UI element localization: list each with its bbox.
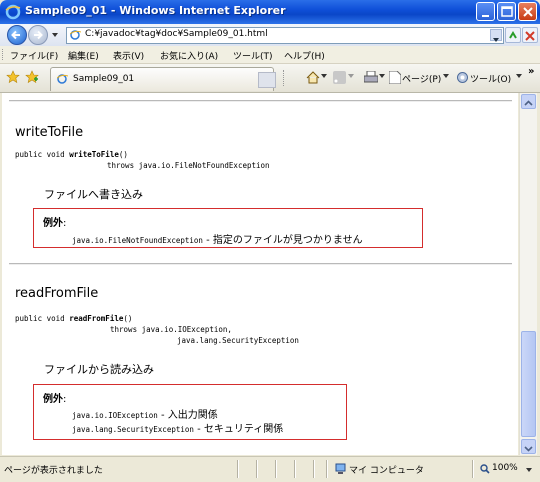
exception-item: java.lang.SecurityException - セキュリティ関係 [72,424,284,435]
exceptions-box: 例外: java.io.FileNotFoundException - 指定のフ… [33,208,423,248]
menu-tools[interactable]: ツール(T) [233,49,273,62]
scroll-up-button[interactable] [521,94,536,109]
method-name: readFromFile [15,286,99,301]
method-throws: java.lang.SecurityException [177,336,299,345]
gear-icon[interactable] [456,71,469,84]
history-dropdown-icon[interactable] [51,32,59,38]
browser-window: Sample09_01 - Windows Internet Explorer … [0,0,540,482]
tab-label: Sample09_01 [73,74,135,84]
divider [9,100,512,102]
exception-item: java.io.IOException - 入出力関係 [72,410,218,421]
title-bar: Sample09_01 - Windows Internet Explorer [0,0,540,24]
tab-bar: Sample09_01 ページ(P) ツール(O) » [0,64,540,93]
chevron-down-icon[interactable] [443,74,449,79]
add-favorite-icon[interactable] [25,70,39,84]
status-separator [472,460,474,478]
minimize-button[interactable] [476,2,495,21]
method-name: writeToFile [15,125,84,140]
tools-menu-label[interactable]: ツール(O) [470,72,511,85]
menu-favorites[interactable]: お気に入り(A) [160,49,218,62]
page-menu-icon[interactable] [389,71,401,84]
chevron-down-icon [524,446,533,452]
status-separator [237,460,239,478]
method-throws: throws java.io.IOException, [110,325,232,334]
status-bar: ページが表示されました マイ コンピュータ 100% [0,456,540,482]
menu-grip [2,49,5,60]
exceptions-heading: 例外: [43,218,67,229]
back-arrow-icon [11,30,20,40]
menu-bar: ファイル(F) 編集(E) 表示(V) お気に入り(A) ツール(T) ヘルプ(… [0,46,540,64]
menu-file[interactable]: ファイル(F) [10,49,58,62]
page-icon [70,30,81,40]
tab-sample09[interactable]: Sample09_01 [50,67,274,91]
chevron-down-icon[interactable] [379,74,385,79]
scroll-down-button[interactable] [521,439,536,454]
method-throws: throws java.io.FileNotFoundException [107,161,270,170]
toolbar-overflow-button[interactable]: » [528,66,534,77]
close-button[interactable] [518,2,537,21]
page-content: writeToFile public void writeToFile() th… [2,93,518,455]
exception-item: java.io.FileNotFoundException - 指定のファイルが… [72,235,363,246]
status-separator [313,460,315,478]
zoom-level[interactable]: 100% [492,463,518,473]
method-signature: public void writeToFile() [15,150,128,159]
vertical-scrollbar[interactable] [519,93,537,455]
status-separator [256,460,258,478]
chevron-down-icon[interactable] [321,74,327,79]
chevron-down-icon[interactable] [348,74,354,79]
chevron-up-icon [524,100,533,106]
divider [9,263,512,265]
chevron-down-icon [493,38,499,42]
status-separator [294,460,296,478]
address-url: C:¥javadoc¥tag¥doc¥Sample09_01.html [85,29,268,39]
chevron-down-icon[interactable] [526,468,532,473]
computer-zone-icon [335,463,346,474]
exceptions-heading: 例外: [43,394,67,405]
scroll-thumb[interactable] [521,331,536,437]
maximize-icon [501,6,513,17]
address-dropdown-button[interactable] [490,29,502,42]
address-field[interactable]: C:¥javadoc¥tag¥doc¥Sample09_01.html [66,27,504,44]
refresh-button[interactable] [505,27,521,43]
method-description: ファイルから読み込み [44,363,154,376]
forward-arrow-icon [34,30,43,40]
status-separator [326,460,328,478]
method-signature: public void readFromFile() [15,314,133,323]
minimize-icon [482,15,489,17]
menu-help[interactable]: ヘルプ(H) [284,49,325,62]
status-separator [275,460,277,478]
close-icon [523,7,533,17]
menu-view[interactable]: 表示(V) [113,49,144,62]
feeds-icon[interactable] [333,71,346,84]
back-button[interactable] [7,25,27,45]
new-tab-button[interactable] [258,72,276,88]
page-icon [57,74,68,84]
forward-button[interactable] [28,25,48,45]
window-title: Sample09_01 - Windows Internet Explorer [25,4,286,17]
refresh-icon [509,31,517,39]
ie-logo-icon [5,4,21,20]
home-icon[interactable] [306,71,320,84]
chevron-down-icon[interactable] [516,74,522,79]
magnifier-icon [480,464,490,474]
security-zone: マイ コンピュータ [349,466,424,476]
menu-edit[interactable]: 編集(E) [68,49,99,62]
favorites-star-icon[interactable] [6,70,20,84]
address-toolbar: C:¥javadoc¥tag¥doc¥Sample09_01.html [0,24,540,46]
exceptions-box: 例外: java.io.IOException - 入出力関係 java.lan… [33,384,347,440]
print-icon[interactable] [364,71,378,84]
page-menu-label[interactable]: ページ(P) [402,72,441,85]
status-text: ページが表示されました [4,466,103,476]
stop-icon [525,31,535,41]
maximize-button[interactable] [497,2,516,21]
method-description: ファイルへ書き込み [44,188,143,201]
stop-button[interactable] [522,27,538,43]
toolbar-grip [283,70,284,86]
